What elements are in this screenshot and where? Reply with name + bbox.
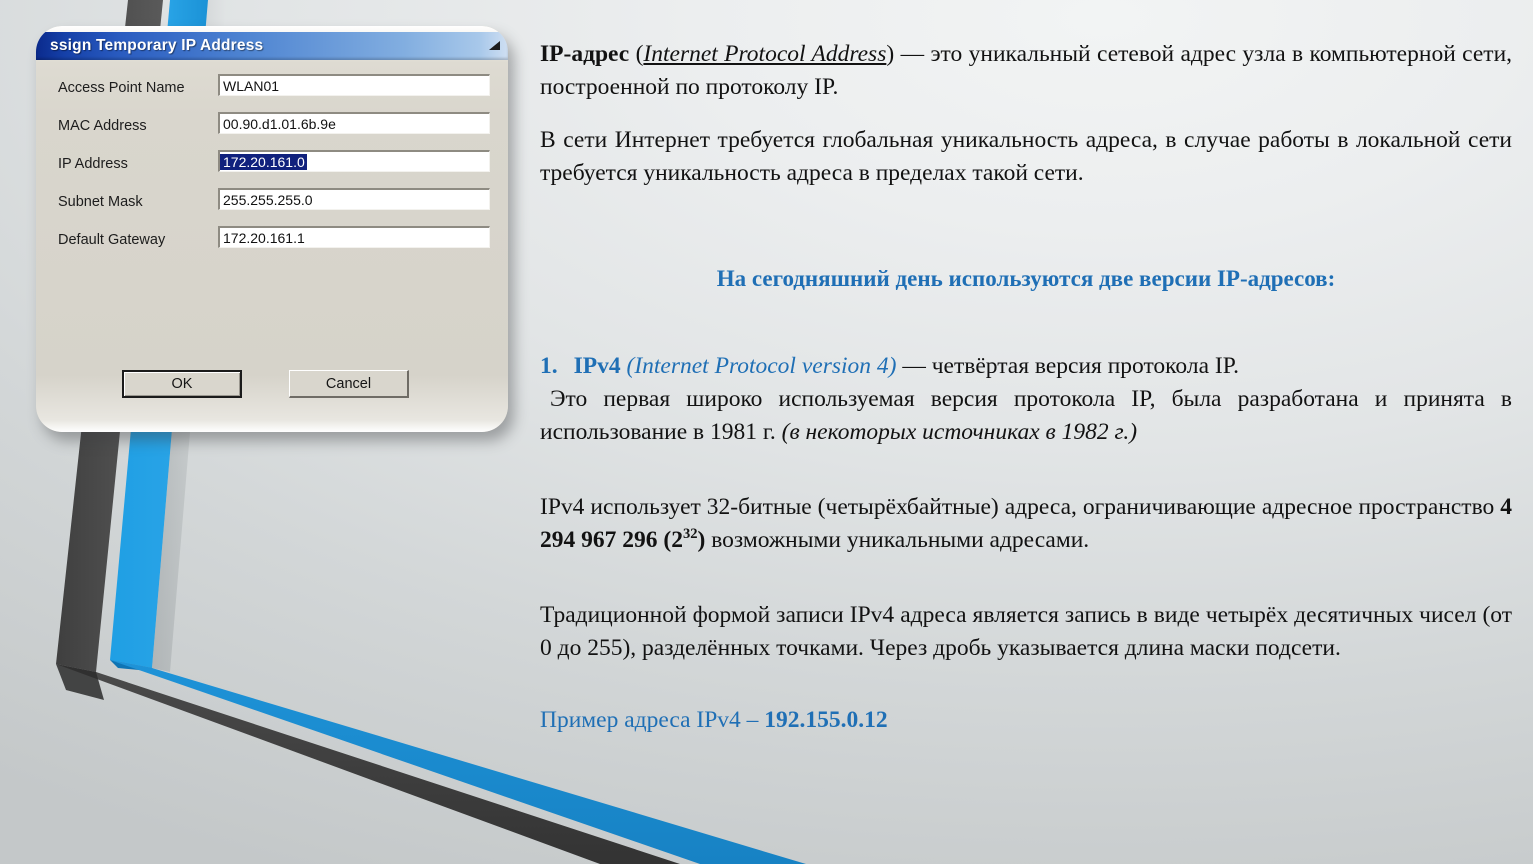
- cancel-button[interactable]: Cancel: [289, 370, 409, 398]
- input-default-gateway[interactable]: 172.20.161.1: [218, 226, 490, 248]
- input-mac-address[interactable]: 00.90.d1.01.6b.9e: [218, 112, 490, 134]
- input-ip-address[interactable]: 172.20.161.0: [218, 150, 490, 172]
- field-row-mac-address: MAC Address 00.90.d1.01.6b.9e: [36, 110, 508, 148]
- list-number: 1.: [540, 353, 558, 379]
- ribbon-blue-fold: [110, 660, 160, 672]
- field-row-ip-address: IP Address 172.20.161.0: [36, 148, 508, 186]
- spacer-before-notation: [540, 577, 1512, 599]
- label-ip-address: IP Address: [58, 156, 128, 172]
- field-row-access-point-name: Access Point Name WLAN01: [36, 72, 508, 110]
- paragraph-uniqueness: В сети Интернет требуется глобальная уни…: [540, 127, 1512, 186]
- paragraph-history: Это первая широко используемая версия пр…: [540, 383, 1512, 449]
- example-address: 192.155.0.12: [764, 707, 888, 733]
- ribbon-gray-fold: [56, 664, 104, 700]
- address-space-lead: IPv4 использует 32-битные (четырёхбайтны…: [540, 494, 1501, 520]
- field-row-subnet-mask: Subnet Mask 255.255.255.0: [36, 186, 508, 224]
- input-value-mac-address: 00.90.d1.01.6b.9e: [223, 115, 336, 132]
- input-value-subnet-mask: 255.255.255.0: [223, 191, 313, 208]
- paren-close: ): [886, 41, 895, 67]
- list-term-expansion: (Internet Protocol version 4): [626, 353, 897, 379]
- spacer-before-address-space: [540, 469, 1512, 491]
- titlebar-corner-icon[interactable]: [489, 41, 500, 50]
- term-ip-address: IP-адрес: [540, 41, 630, 67]
- spacer-before-heading: [540, 210, 1512, 266]
- history-note: (в некоторых источниках в 1982 г.): [781, 419, 1138, 445]
- field-row-default-gateway: Default Gateway 172.20.161.1: [36, 224, 508, 262]
- input-access-point-name[interactable]: WLAN01: [218, 74, 490, 96]
- paragraph-address-space: IPv4 использует 32-битные (четырёхбайтны…: [540, 491, 1512, 557]
- label-subnet-mask: Subnet Mask: [58, 194, 143, 210]
- slide-body: IP-адрес (Internet Protocol Address) — э…: [540, 38, 1512, 734]
- slide-canvas: ssign Temporary IP Address Access Point …: [0, 0, 1533, 864]
- input-value-access-point-name: WLAN01: [223, 77, 280, 94]
- spacer-after-heading: [540, 292, 1512, 350]
- dialog-titlebar[interactable]: ssign Temporary IP Address: [36, 32, 508, 60]
- section-heading: На сегодняшний день используются две вер…: [716, 266, 1336, 291]
- ip-address-dialog[interactable]: ssign Temporary IP Address Access Point …: [36, 26, 508, 432]
- dialog-surface: ssign Temporary IP Address Access Point …: [36, 26, 508, 432]
- input-subnet-mask[interactable]: 255.255.255.0: [218, 188, 490, 210]
- input-value-ip-address: 172.20.161.0: [220, 153, 307, 170]
- spacer-before-example: [540, 685, 1512, 707]
- dialog-title: ssign Temporary IP Address: [50, 37, 264, 54]
- term-english-expansion: Internet Protocol Address: [643, 41, 887, 67]
- input-value-default-gateway: 172.20.161.1: [223, 229, 305, 246]
- paragraph-definition: IP-адрес (Internet Protocol Address) — э…: [540, 38, 1512, 104]
- list-item-ipv4: 1. IPv4 (Internet Protocol version 4) — ч…: [540, 350, 1512, 383]
- address-count-exponent: 32: [682, 526, 698, 543]
- list-term-tail: — четвёртая версия протокола IP.: [896, 353, 1240, 379]
- example-line: Пример адреса IPv4 – 192.155.0.12: [540, 707, 1512, 734]
- list-term-ipv4: IPv4: [573, 353, 621, 379]
- label-access-point-name: Access Point Name: [58, 80, 185, 96]
- address-space-tail: возможными уникальными адресами.: [705, 527, 1090, 553]
- paragraph-notation: Традиционной формой записи IPv4 адреса я…: [540, 602, 1512, 661]
- example-label: Пример адреса IPv4 –: [540, 707, 765, 733]
- label-default-gateway: Default Gateway: [58, 232, 166, 248]
- label-mac-address: MAC Address: [58, 118, 147, 134]
- dialog-form: Access Point Name WLAN01 MAC Address 00.…: [36, 72, 508, 262]
- ok-button[interactable]: OK: [122, 370, 242, 398]
